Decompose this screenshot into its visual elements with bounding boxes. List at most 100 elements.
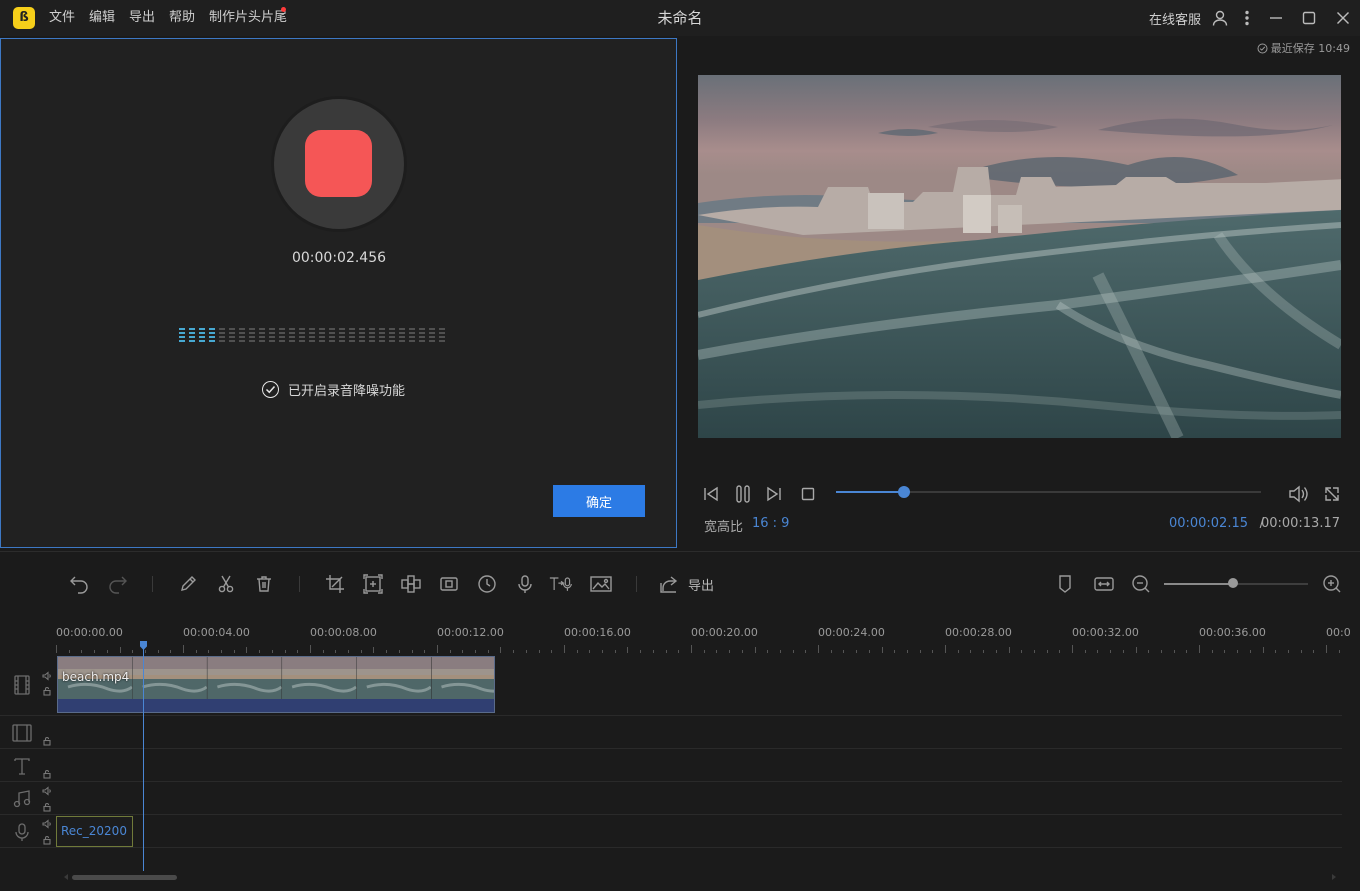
menu-help[interactable]: 帮助: [169, 9, 195, 27]
stop-record-button[interactable]: [305, 130, 372, 197]
video-clip[interactable]: beach.mp4: [57, 656, 495, 713]
ruler-tick: [589, 650, 590, 653]
picture-in-picture-icon[interactable]: [589, 572, 613, 596]
pause-icon[interactable]: [732, 483, 754, 505]
ruler-tick: [1174, 650, 1175, 653]
video-preview[interactable]: [698, 75, 1341, 438]
ruler-tick: [716, 650, 717, 653]
playhead[interactable]: [143, 643, 144, 871]
minimize-icon[interactable]: [1265, 7, 1287, 29]
speed-clock-icon[interactable]: [475, 572, 499, 596]
ruler-tick: [500, 647, 501, 653]
fit-width-icon[interactable]: [1092, 572, 1116, 596]
lock-icon[interactable]: [42, 736, 52, 746]
noise-reduction-label: 已开启录音降噪功能: [288, 384, 406, 399]
volume-small-icon[interactable]: [42, 819, 52, 829]
ruler-tick: [513, 650, 514, 653]
ruler-tick: [81, 650, 82, 653]
microphone-icon[interactable]: [513, 572, 537, 596]
voice-record-panel: 00:00:02.456 已开启录音降噪功能 确定: [0, 38, 677, 548]
title-bar: ß 文件 编辑 导出 帮助 制作片头片尾 未命名 在线客服: [0, 0, 1360, 36]
scrollbar-thumb[interactable]: [72, 875, 177, 880]
mosaic-icon[interactable]: [399, 572, 423, 596]
undo-icon[interactable]: [67, 572, 91, 596]
preview-panel: 最近保存 10:49 宽高比 16: 9 00:00:02.15 / 00:0…: [680, 38, 1360, 548]
time-ruler[interactable]: 00:00:00.00 00:00:04.00 00:00:08.00 00:00:1…: [56, 613, 1351, 653]
zoom-frame-icon[interactable]: [361, 572, 385, 596]
ruler-tick: [196, 650, 197, 653]
ruler-label: 00:00:24.00: [818, 626, 885, 639]
zoom-slider[interactable]: [1164, 578, 1308, 588]
ruler-tick: [526, 650, 527, 653]
zoom-slider-handle[interactable]: [1228, 578, 1239, 588]
pencil-icon[interactable]: [176, 572, 200, 596]
ruler-tick: [272, 650, 273, 653]
menu-edit[interactable]: 编辑: [89, 9, 115, 27]
user-icon[interactable]: [1209, 7, 1231, 29]
more-icon[interactable]: [1236, 7, 1258, 29]
ruler-tick: [221, 650, 222, 653]
window-title: 未命名: [657, 9, 703, 27]
level-bar: [339, 328, 345, 342]
aspect-ratio-value[interactable]: 16 : 9: [752, 516, 789, 531]
redo-icon[interactable]: [106, 572, 130, 596]
level-bar: [329, 328, 335, 342]
noise-reduction-checkbox[interactable]: [262, 381, 279, 398]
menu-intro-outro[interactable]: 制作片头片尾: [209, 9, 287, 27]
seek-handle[interactable]: [898, 486, 910, 498]
ruler-label: 00:00:04.00: [183, 626, 250, 639]
lock-icon[interactable]: [42, 835, 52, 845]
notification-dot: [281, 7, 286, 12]
scissors-icon[interactable]: [214, 572, 238, 596]
ruler-tick: [602, 650, 603, 653]
maximize-icon[interactable]: [1298, 7, 1320, 29]
timeline-scrollbar[interactable]: [62, 872, 1342, 882]
ruler-tick: [831, 650, 832, 653]
ruler-label: 00:00:32.00: [1072, 626, 1139, 639]
stop-icon[interactable]: [797, 483, 819, 505]
confirm-button[interactable]: 确定: [553, 485, 645, 517]
ruler-tick: [666, 650, 667, 653]
ruler-tick: [1072, 645, 1073, 653]
online-service-link[interactable]: 在线客服: [1149, 9, 1201, 28]
zoom-out-icon[interactable]: [1129, 572, 1153, 596]
ruler-label: 00:00:16.00: [564, 626, 631, 639]
lock-icon[interactable]: [42, 802, 52, 812]
ruler-tick: [1148, 650, 1149, 653]
volume-small-icon[interactable]: [42, 786, 52, 796]
ruler-label: 00:0: [1326, 626, 1351, 639]
menu-file[interactable]: 文件: [49, 9, 75, 27]
overlay-film-icon: [11, 722, 33, 744]
crop-icon[interactable]: [323, 572, 347, 596]
delete-icon[interactable]: [252, 572, 276, 596]
menu-export[interactable]: 导出: [129, 9, 155, 27]
autosave-text: 最近保存 10:49: [1270, 42, 1350, 55]
close-icon[interactable]: [1332, 7, 1354, 29]
ruler-tick: [793, 650, 794, 653]
toolbar-divider: [299, 576, 300, 592]
ruler-tick: [348, 650, 349, 653]
ruler-tick: [1288, 650, 1289, 653]
prev-frame-icon[interactable]: [700, 483, 722, 505]
beach-video-frame: [698, 75, 1341, 438]
ruler-tick: [437, 645, 438, 653]
volume-icon[interactable]: [1288, 483, 1310, 505]
ruler-label: 00:00:28.00: [945, 626, 1012, 639]
ruler-tick: [183, 645, 184, 653]
text-to-speech-icon[interactable]: [549, 572, 573, 596]
freeze-frame-icon[interactable]: [437, 572, 461, 596]
ruler-tick: [805, 650, 806, 653]
recording-clip[interactable]: Rec_20200: [56, 816, 133, 847]
zoom-in-icon[interactable]: [1320, 572, 1344, 596]
fullscreen-icon[interactable]: [1321, 483, 1343, 505]
seek-bar[interactable]: [836, 486, 1261, 498]
ruler-tick: [1123, 650, 1124, 653]
next-frame-icon[interactable]: [763, 483, 785, 505]
lock-icon[interactable]: [42, 686, 52, 696]
export-icon[interactable]: [657, 572, 681, 596]
ruler-tick: [691, 645, 692, 653]
marker-icon[interactable]: [1053, 572, 1077, 596]
export-button-label[interactable]: 导出: [688, 575, 714, 594]
lock-icon[interactable]: [42, 769, 52, 779]
volume-small-icon[interactable]: [42, 671, 52, 681]
